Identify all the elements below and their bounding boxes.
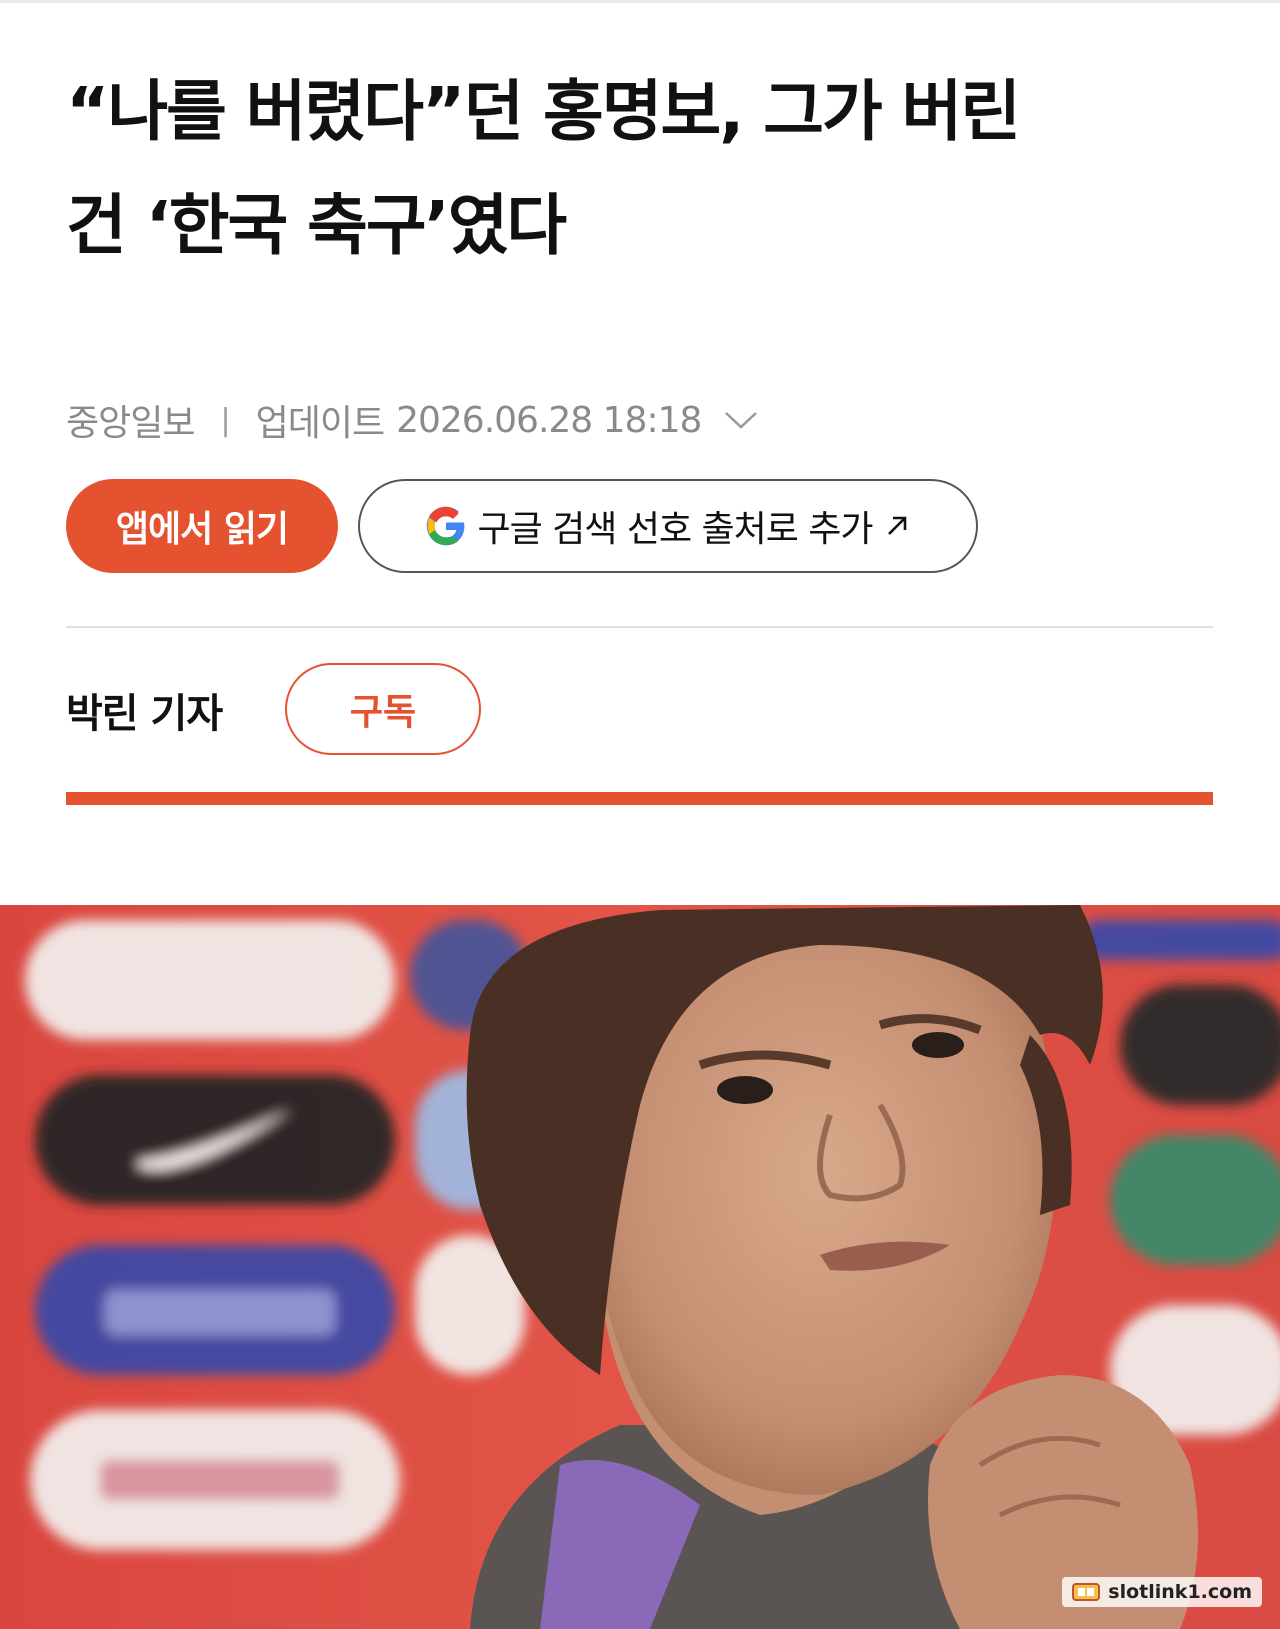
publisher-name: 중앙일보 — [66, 403, 195, 444]
google-preferred-source-button[interactable]: 구글 검색 선호 출처로 추가 — [358, 479, 978, 573]
read-in-app-button[interactable]: 앱에서 읽기 — [66, 479, 338, 573]
article-title: “나를 버렸다”던 홍명보, 그가 버린 건 ‘한국 축구’였다 — [66, 55, 1216, 283]
updated-label: 업데이트 — [255, 403, 385, 444]
subscribe-button[interactable]: 구독 — [285, 663, 481, 755]
accent-divider — [66, 792, 1213, 805]
watermark-logo-icon — [1072, 1583, 1101, 1601]
meta-separator: | — [220, 402, 230, 438]
article-title-line-2: 건 ‘한국 축구’였다 — [66, 187, 567, 264]
arrow-up-right-icon — [883, 512, 911, 540]
watermark: slotlink1.com — [1062, 1577, 1262, 1607]
google-g-icon — [425, 505, 467, 547]
article-title-line-1: “나를 버렸다”던 홍명보, 그가 버린 — [66, 73, 1021, 150]
reporter-name: 박린 기자 — [66, 691, 223, 737]
chevron-down-icon[interactable] — [721, 405, 761, 435]
article-photo: slotlink1.com — [0, 905, 1280, 1629]
subscribe-label: 구독 — [349, 692, 417, 733]
top-border — [0, 0, 1280, 3]
press-conference-photo — [0, 905, 1280, 1629]
article-meta: 중앙일보 | 업데이트 2026.06.28 18:18 — [66, 390, 761, 450]
google-preferred-source-label: 구글 검색 선호 출처로 추가 — [477, 509, 873, 550]
section-divider — [66, 626, 1213, 628]
updated-timestamp: 2026.06.28 18:18 — [396, 399, 702, 441]
read-in-app-label: 앱에서 읽기 — [115, 509, 289, 550]
watermark-text: slotlink1.com — [1108, 1581, 1252, 1603]
